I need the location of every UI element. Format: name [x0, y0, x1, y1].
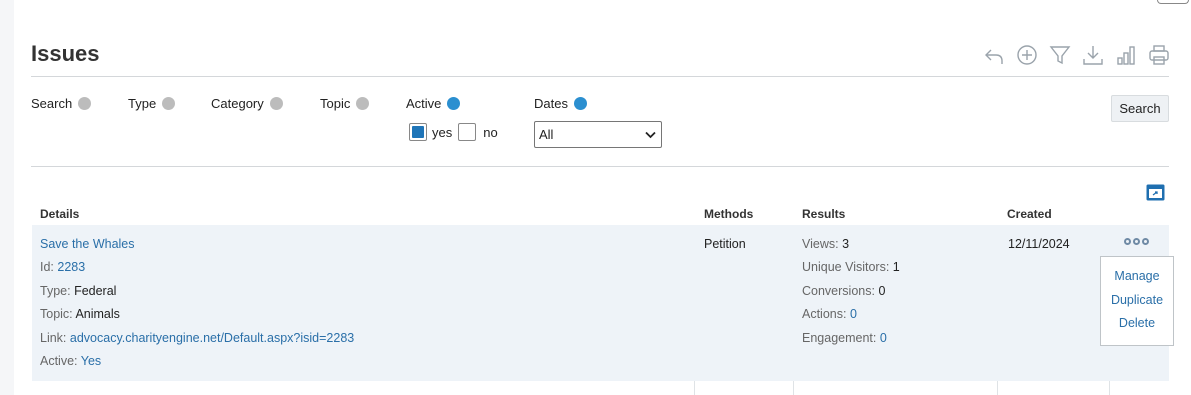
column-divider: [694, 381, 695, 395]
more-dot-icon: [1133, 237, 1140, 245]
column-divider: [793, 381, 794, 395]
created-date: 12/11/2024: [1008, 237, 1070, 251]
download-icon[interactable]: [1081, 43, 1105, 67]
views-label: Views:: [802, 237, 839, 251]
column-header-results[interactable]: Results: [802, 207, 845, 221]
issue-id: Id: 2283: [40, 260, 85, 274]
filter-search[interactable]: Search: [31, 96, 92, 111]
menu-item-delete[interactable]: Delete: [1101, 316, 1173, 340]
filter-search-label: Search: [31, 96, 73, 111]
filter-status-dot: [162, 97, 176, 110]
engagement-link[interactable]: 0: [880, 331, 887, 345]
issue-type: Type: Federal: [40, 284, 116, 298]
actions-link[interactable]: 0: [850, 307, 857, 321]
column-header-created[interactable]: Created: [1007, 207, 1052, 221]
active-link[interactable]: Yes: [81, 354, 101, 368]
filter-icon[interactable]: [1048, 43, 1072, 67]
chevron-down-icon: [645, 131, 656, 138]
conversions-value: 0: [878, 284, 886, 298]
filter-status-dot: [356, 97, 370, 110]
result-conversions: Conversions: 0: [802, 284, 885, 298]
title-divider: [31, 76, 1169, 77]
active-label: Active:: [40, 354, 78, 368]
toolbar: [982, 43, 1171, 67]
issue-name-link[interactable]: Save the Whales: [40, 237, 135, 251]
issue-link: Link: advocacy.charityengine.net/Default…: [40, 331, 354, 345]
filter-type[interactable]: Type: [128, 96, 176, 111]
filter-status-dot: [447, 97, 461, 110]
filters-divider: [31, 166, 1169, 167]
actions-label: Actions:: [802, 307, 847, 321]
filter-category-label: Category: [211, 96, 264, 111]
result-unique-visitors: Unique Visitors: 1: [802, 260, 900, 274]
menu-item-duplicate[interactable]: Duplicate: [1101, 293, 1173, 317]
filter-dates[interactable]: Dates: [534, 96, 587, 111]
table-row: [32, 225, 1169, 381]
filter-topic[interactable]: Topic: [320, 96, 370, 111]
filter-status-dot: [269, 97, 283, 110]
filter-type-label: Type: [128, 96, 157, 111]
filter-topic-label: Topic: [320, 96, 351, 111]
column-header-details[interactable]: Details: [40, 207, 79, 221]
result-views: Views: 3: [802, 237, 849, 251]
filter-category[interactable]: Category: [211, 96, 283, 111]
conversions-label: Conversions:: [802, 284, 875, 298]
row-actions-button[interactable]: [1124, 234, 1152, 248]
column-header-methods[interactable]: Methods: [704, 207, 753, 221]
active-no-label: no: [483, 124, 498, 140]
filter-status-dot: [573, 97, 587, 110]
dates-select[interactable]: All: [534, 121, 662, 148]
result-actions: Actions: 0: [802, 307, 857, 321]
engagement-label: Engagement:: [802, 331, 877, 345]
print-icon[interactable]: [1147, 43, 1171, 67]
active-no-checkbox[interactable]: [458, 123, 477, 141]
type-label: Type:: [40, 284, 71, 298]
result-engagement: Engagement: 0: [802, 331, 887, 345]
unique-visitors-label: Unique Visitors:: [802, 260, 890, 274]
filter-active-label: Active: [406, 96, 442, 111]
issue-method: Petition: [704, 237, 746, 251]
column-divider: [1109, 381, 1110, 395]
page-title: Issues: [31, 41, 100, 66]
id-label: Id:: [40, 260, 54, 274]
column-view-icon[interactable]: [1146, 184, 1165, 201]
filter-status-dot: [78, 97, 92, 110]
dates-select-value: All: [539, 127, 554, 142]
menu-item-manage[interactable]: Manage: [1101, 269, 1173, 293]
active-yes-checkbox[interactable]: [409, 123, 427, 141]
unique-visitors-value: 1: [892, 260, 900, 274]
issue-topic: Topic: Animals: [40, 307, 120, 321]
back-icon[interactable]: [982, 43, 1006, 67]
search-button[interactable]: Search: [1111, 95, 1169, 122]
active-yes-label: yes: [432, 124, 453, 140]
filter-dates-label: Dates: [534, 96, 568, 111]
type-value: Federal: [74, 284, 117, 298]
topic-value: Animals: [75, 307, 120, 321]
filter-active[interactable]: Active: [406, 96, 461, 111]
views-value: 3: [842, 237, 850, 251]
active-options: yes no: [409, 123, 498, 141]
id-link[interactable]: 2283: [57, 260, 85, 274]
issue-url-link[interactable]: advocacy.charityengine.net/Default.aspx?…: [70, 331, 354, 345]
more-dot-icon: [1142, 237, 1149, 245]
column-divider: [997, 381, 998, 395]
add-icon[interactable]: [1015, 43, 1039, 67]
chart-icon[interactable]: [1114, 43, 1138, 67]
issue-active: Active: Yes: [40, 354, 101, 368]
more-dot-icon: [1124, 237, 1131, 245]
topic-label: Topic:: [40, 307, 73, 321]
row-actions-menu: Manage Duplicate Delete: [1100, 256, 1174, 346]
top-edge-fragment: [1157, 0, 1189, 4]
link-label: Link:: [40, 331, 67, 345]
